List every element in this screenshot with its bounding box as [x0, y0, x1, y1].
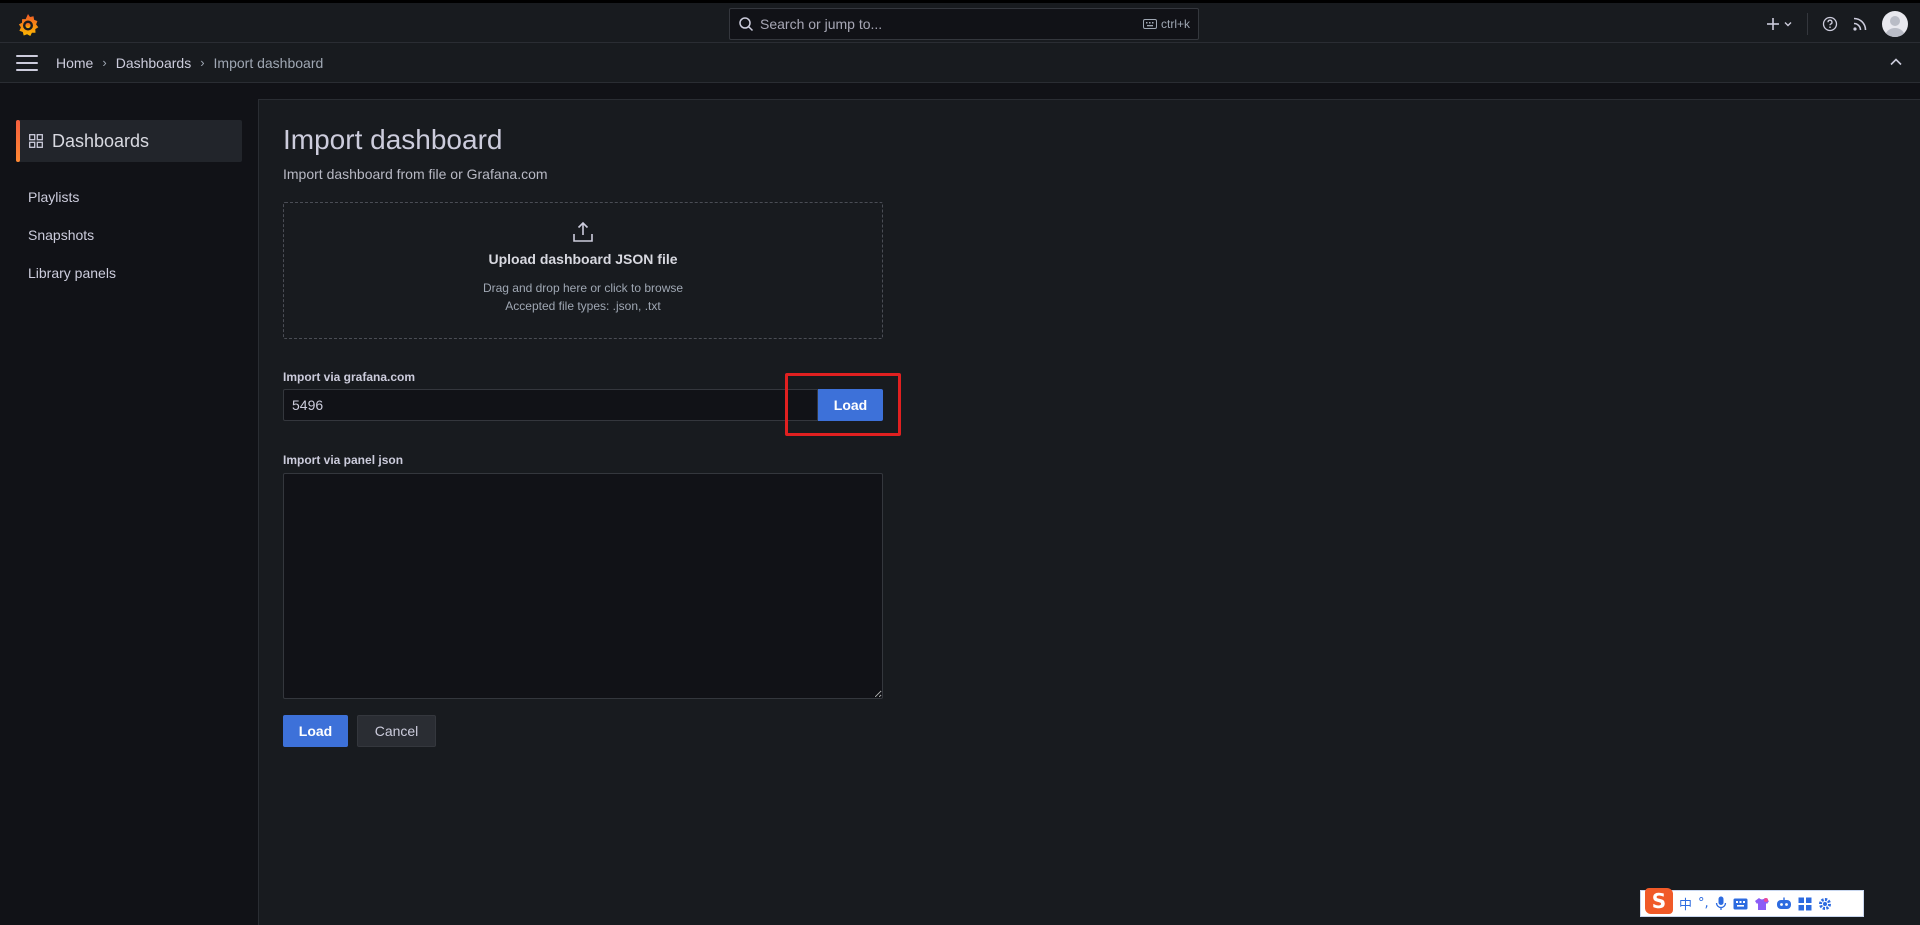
- breadcrumb-dashboards[interactable]: Dashboards: [116, 55, 192, 71]
- section-nav: Dashboards Playlists Snapshots Library p…: [0, 84, 258, 925]
- shortcut-label: ctrl+k: [1160, 17, 1190, 31]
- load-button[interactable]: Load: [283, 715, 348, 747]
- grafana-load-button[interactable]: Load: [818, 389, 883, 421]
- plus-icon: [1767, 18, 1779, 30]
- sidebar-item-playlists[interactable]: Playlists: [28, 189, 79, 205]
- mic-icon[interactable]: [1715, 896, 1727, 911]
- panel-json-label: Import via panel json: [283, 453, 404, 467]
- help-button[interactable]: [1822, 16, 1838, 32]
- topbar-actions: [1766, 11, 1908, 37]
- grid-icon[interactable]: [1798, 897, 1812, 911]
- divider: [1807, 13, 1808, 35]
- chevron-up-icon[interactable]: [1888, 54, 1904, 70]
- panel-json-textarea[interactable]: [283, 473, 883, 699]
- sidebar-item-label: Dashboards: [52, 130, 150, 151]
- keyboard-icon: [1142, 19, 1157, 29]
- chevron-right-icon: ›: [200, 55, 205, 70]
- sogou-logo-icon[interactable]: S: [1645, 887, 1673, 914]
- ime-toolbar: S 中 °,: [1640, 887, 1864, 917]
- top-bar: Search or jump to... ctrl+k: [0, 0, 1920, 43]
- keyboard-icon[interactable]: [1733, 898, 1748, 910]
- main-content: Import dashboard Import dashboard from f…: [258, 99, 1920, 925]
- help-icon: [1822, 16, 1838, 32]
- upload-title: Upload dashboard JSON file: [488, 251, 678, 267]
- new-menu-button[interactable]: [1766, 17, 1793, 31]
- ime-mode-label[interactable]: 中: [1679, 894, 1692, 913]
- rss-icon: [1853, 17, 1867, 31]
- upload-icon: [573, 221, 593, 242]
- grafana-import-label: Import via grafana.com: [283, 370, 416, 384]
- grafana-logo-icon[interactable]: [15, 12, 41, 38]
- robot-icon[interactable]: [1776, 897, 1792, 910]
- search-icon: [739, 17, 754, 32]
- sidebar-item-dashboards[interactable]: Dashboards: [16, 120, 242, 162]
- sidebar-item-snapshots[interactable]: Snapshots: [28, 227, 94, 243]
- grafana-dashboard-id-input[interactable]: [283, 389, 818, 421]
- cancel-button[interactable]: Cancel: [357, 715, 436, 747]
- apps-icon: [29, 134, 43, 148]
- menu-toggle-icon[interactable]: [16, 54, 38, 71]
- search-placeholder: Search or jump to...: [760, 16, 883, 32]
- news-button[interactable]: [1852, 16, 1868, 32]
- shirt-icon[interactable]: [1754, 897, 1770, 911]
- upload-hint: Drag and drop here or click to browse: [482, 281, 684, 295]
- shortcut-hint: ctrl+k: [1142, 17, 1190, 31]
- user-avatar[interactable]: [1882, 11, 1908, 37]
- breadcrumb-bar: Home › Dashboards › Import dashboard: [0, 43, 1920, 83]
- breadcrumb: Home › Dashboards › Import dashboard: [56, 55, 323, 71]
- sidebar-item-library-panels[interactable]: Library panels: [28, 265, 116, 281]
- page-title: Import dashboard: [283, 124, 503, 155]
- breadcrumb-home[interactable]: Home: [56, 55, 93, 71]
- page-subtitle: Import dashboard from file or Grafana.co…: [283, 166, 548, 182]
- chevron-down-icon: [1784, 22, 1792, 27]
- file-dropzone[interactable]: Upload dashboard JSON file Drag and drop…: [283, 202, 883, 339]
- search-bar[interactable]: Search or jump to... ctrl+k: [729, 8, 1199, 40]
- settings-icon[interactable]: [1818, 897, 1832, 911]
- chevron-right-icon: ›: [102, 55, 107, 70]
- upload-accepted-types: Accepted file types: .json, .txt: [505, 299, 661, 313]
- breadcrumb-current: Import dashboard: [213, 54, 324, 71]
- ime-punctuation-label[interactable]: °,: [1698, 896, 1709, 911]
- user-icon: [1885, 16, 1905, 37]
